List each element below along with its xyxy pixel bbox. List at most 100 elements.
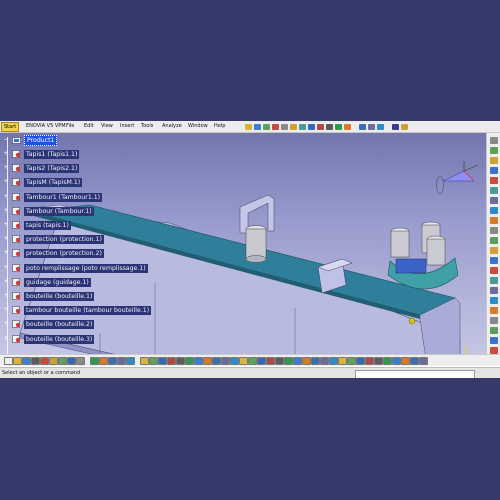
graph-tree-icon[interactable]	[290, 124, 297, 130]
right-toolbar-icon[interactable]	[490, 307, 498, 314]
bottom-toolbar-icon[interactable]	[284, 357, 293, 365]
bottom-toolbar-icon[interactable]	[311, 357, 320, 365]
right-toolbar-icon[interactable]	[490, 187, 498, 194]
bottom-toolbar-icon[interactable]	[410, 357, 419, 365]
bottom-toolbar-icon[interactable]	[40, 357, 49, 365]
bottom-toolbar-icon[interactable]	[293, 357, 302, 365]
bottom-toolbar-icon[interactable]	[167, 357, 176, 365]
expand-icon[interactable]: +	[3, 151, 9, 157]
bottom-toolbar-icon[interactable]	[248, 357, 257, 365]
right-toolbar-icon[interactable]	[490, 167, 498, 174]
stop-manipulate-icon[interactable]	[335, 124, 342, 130]
right-toolbar-icon[interactable]	[490, 197, 498, 204]
replace-icon[interactable]	[281, 124, 288, 130]
generate-numbering-icon[interactable]	[299, 124, 306, 130]
bottom-toolbar-icon[interactable]	[149, 357, 158, 365]
bottom-toolbar-icon[interactable]	[275, 357, 284, 365]
bottom-toolbar-icon[interactable]	[212, 357, 221, 365]
snap-icon[interactable]	[317, 124, 324, 130]
bottom-toolbar-icon[interactable]	[117, 357, 126, 365]
knowledge-icon[interactable]	[401, 124, 408, 130]
right-toolbar-icon[interactable]	[490, 267, 498, 274]
menu-enovia[interactable]: ENOVIA V5 VPM	[26, 122, 66, 131]
bottom-toolbar-icon[interactable]	[257, 357, 266, 365]
part-icon[interactable]	[263, 124, 270, 130]
right-toolbar-icon[interactable]	[490, 347, 498, 354]
collapse-icon[interactable]: −	[3, 137, 9, 143]
bottom-toolbar-icon[interactable]	[365, 357, 374, 365]
right-toolbar-icon[interactable]	[490, 217, 498, 224]
bottom-toolbar-icon[interactable]	[374, 357, 383, 365]
expand-icon[interactable]: +	[3, 222, 9, 228]
expand-icon[interactable]: +	[3, 165, 9, 171]
update-icon[interactable]	[344, 124, 351, 130]
command-input[interactable]	[355, 370, 475, 378]
expand-icon[interactable]: +	[3, 250, 9, 256]
right-toolbar-icon[interactable]	[490, 177, 498, 184]
expand-icon[interactable]: +	[3, 193, 9, 200]
menu-insert[interactable]: Insert	[120, 122, 134, 131]
right-toolbar-icon[interactable]	[490, 297, 498, 304]
menu-view[interactable]: View	[101, 122, 113, 131]
bottom-toolbar-icon[interactable]	[302, 357, 311, 365]
menu-window[interactable]: Window	[188, 122, 208, 131]
start-menu-button[interactable]: Start	[1, 122, 20, 132]
bottom-toolbar-icon[interactable]	[158, 357, 167, 365]
expand-icon[interactable]: +	[3, 236, 9, 242]
bottom-toolbar-icon[interactable]	[126, 357, 135, 365]
right-toolbar-icon[interactable]	[490, 237, 498, 244]
component-icon[interactable]	[254, 124, 261, 130]
bottom-toolbar-icon[interactable]	[383, 357, 392, 365]
menu-help[interactable]: Help	[214, 122, 225, 131]
bottom-toolbar-icon[interactable]	[266, 357, 275, 365]
right-toolbar-icon[interactable]	[490, 247, 498, 254]
right-toolbar-icon[interactable]	[490, 137, 498, 144]
clash-icon[interactable]	[368, 124, 375, 130]
measure-icon[interactable]	[359, 124, 366, 130]
bottom-toolbar-icon[interactable]	[22, 357, 31, 365]
bottom-toolbar-icon[interactable]	[90, 357, 99, 365]
bottom-toolbar-icon[interactable]	[185, 357, 194, 365]
bottom-toolbar-icon[interactable]	[338, 357, 347, 365]
menu-analyze[interactable]: Analyze	[162, 122, 182, 131]
bottom-toolbar-icon[interactable]	[419, 357, 428, 365]
menu-tools[interactable]: Tools	[141, 122, 153, 131]
right-toolbar-icon[interactable]	[490, 317, 498, 324]
bottom-toolbar-icon[interactable]	[203, 357, 212, 365]
right-toolbar-icon[interactable]	[490, 327, 498, 334]
right-toolbar-icon[interactable]	[490, 227, 498, 234]
right-toolbar-icon[interactable]	[490, 337, 498, 344]
bottom-toolbar-icon[interactable]	[320, 357, 329, 365]
bottom-toolbar-icon[interactable]	[49, 357, 58, 365]
bottom-toolbar-icon[interactable]	[67, 357, 76, 365]
expand-icon[interactable]: +	[3, 293, 9, 299]
expand-icon[interactable]: +	[3, 264, 9, 271]
bottom-toolbar-icon[interactable]	[329, 357, 338, 365]
bottom-toolbar-icon[interactable]	[4, 357, 13, 365]
catalog-icon[interactable]	[392, 124, 399, 130]
bottom-toolbar-icon[interactable]	[31, 357, 40, 365]
bottom-toolbar-icon[interactable]	[13, 357, 22, 365]
product-structure-icon[interactable]	[245, 124, 252, 130]
right-toolbar-icon[interactable]	[490, 257, 498, 264]
manipulate-icon[interactable]	[308, 124, 315, 130]
bottom-toolbar-icon[interactable]	[58, 357, 67, 365]
expand-icon[interactable]: +	[3, 278, 9, 285]
bottom-toolbar-icon[interactable]	[99, 357, 108, 365]
bottom-toolbar-icon[interactable]	[392, 357, 401, 365]
right-toolbar-icon[interactable]	[490, 207, 498, 214]
3d-compass-icon[interactable]	[436, 161, 479, 195]
menu-file[interactable]: File	[66, 122, 74, 131]
right-toolbar-icon[interactable]	[490, 287, 498, 294]
expand-icon[interactable]: +	[3, 207, 9, 214]
existing-component-icon[interactable]	[272, 124, 279, 130]
right-toolbar-icon[interactable]	[490, 277, 498, 284]
bottom-toolbar-icon[interactable]	[356, 357, 365, 365]
bottom-toolbar-icon[interactable]	[230, 357, 239, 365]
bottom-toolbar-icon[interactable]	[140, 357, 149, 365]
menu-edit[interactable]: Edit	[84, 122, 94, 131]
expand-icon[interactable]: +	[3, 335, 9, 342]
bottom-toolbar-icon[interactable]	[194, 357, 203, 365]
expand-icon[interactable]: +	[3, 179, 9, 185]
bottom-toolbar-icon[interactable]	[176, 357, 185, 365]
